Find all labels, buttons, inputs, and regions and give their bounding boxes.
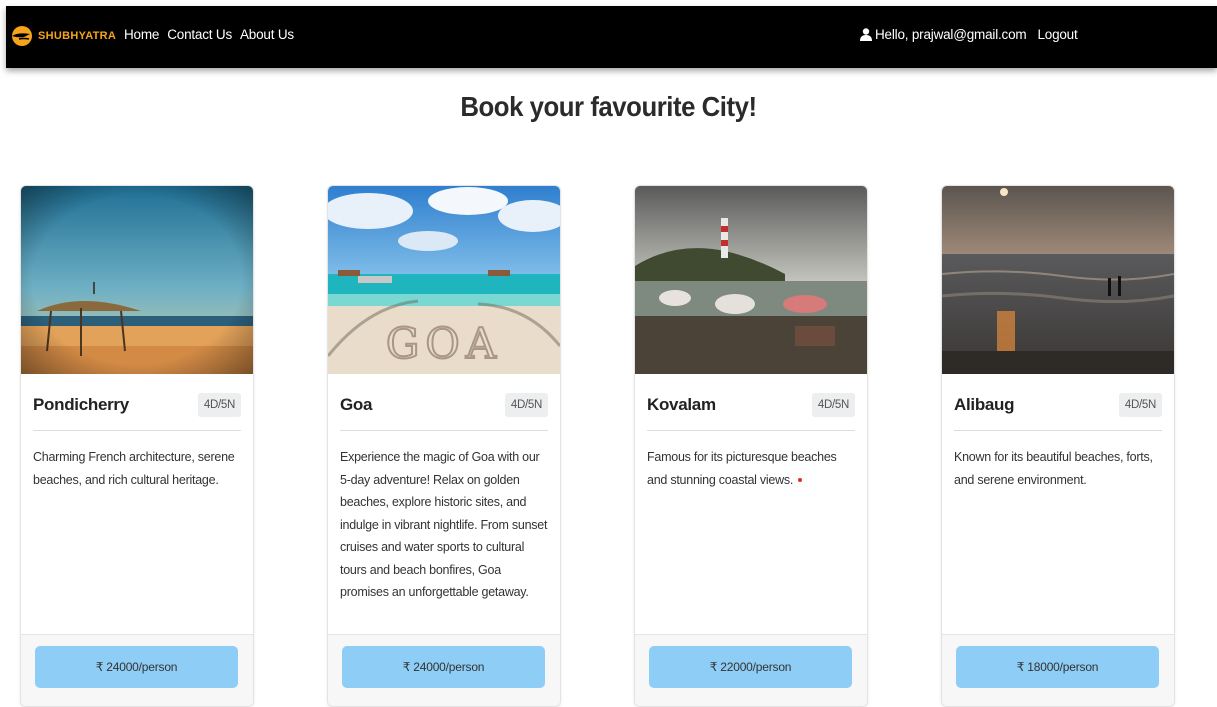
card-header: Alibaug 4D/5N <box>954 393 1162 423</box>
nav-about-link[interactable]: About Us <box>240 27 294 42</box>
card-footer: ₹ 18000/person <box>942 634 1174 706</box>
navbar: SHUBHYATRA Home Contact Us About Us Hell… <box>6 6 1217 68</box>
duration-badge: 4D/5N <box>197 393 241 417</box>
card-footer: ₹ 24000/person <box>328 634 560 706</box>
card-image <box>21 186 253 374</box>
card-description-text: Famous for its picturesque beaches and s… <box>647 450 837 487</box>
nav-home-link[interactable]: Home <box>124 27 159 42</box>
card-header: Pondicherry 4D/5N <box>33 393 241 423</box>
card-header: Goa 4D/5N <box>340 393 548 423</box>
card-image <box>635 186 867 374</box>
card-image <box>942 186 1174 374</box>
nav-links: Home Contact Us About Us <box>124 27 302 42</box>
card-title: Pondicherry <box>33 395 129 414</box>
duration-badge: 4D/5N <box>811 393 855 417</box>
book-price-button[interactable]: ₹ 24000/person <box>342 646 545 688</box>
card-footer: ₹ 22000/person <box>635 634 867 706</box>
divider <box>340 430 548 431</box>
brand[interactable]: SHUBHYATRA <box>10 25 116 47</box>
duration-badge: 4D/5N <box>504 393 548 417</box>
divider <box>33 430 241 431</box>
goa-sand-writing: GOA <box>386 319 502 368</box>
card-description: Experience the magic of Goa with our 5-d… <box>340 450 548 599</box>
red-dot-icon <box>798 478 803 483</box>
book-price-button[interactable]: ₹ 24000/person <box>35 646 238 688</box>
brand-name: SHUBHYATRA <box>38 30 117 42</box>
city-card-alibaug[interactable]: Alibaug 4D/5N Known for its beautiful be… <box>941 185 1175 707</box>
card-title: Goa <box>340 395 373 414</box>
card-image: GOA <box>328 186 560 374</box>
city-card-pondicherry[interactable]: Pondicherry 4D/5N Charming French archit… <box>20 185 254 707</box>
city-card-goa[interactable]: GOA Goa 4D/5N Experience the magic of Go… <box>327 185 561 707</box>
brand-logo-icon <box>12 26 32 46</box>
card-header: Kovalam 4D/5N <box>647 393 855 423</box>
user-icon <box>860 28 872 41</box>
page-title: Book your favourite City! <box>460 91 757 122</box>
duration-badge: 4D/5N <box>1118 393 1162 417</box>
divider <box>954 430 1162 431</box>
user-area: Hello, prajwal@gmail.com Logout <box>860 27 1078 42</box>
book-price-button[interactable]: ₹ 22000/person <box>649 646 852 688</box>
card-description: Known for its beautiful beaches, forts, … <box>954 450 1153 487</box>
card-description: Charming French architecture, serene bea… <box>33 450 235 487</box>
card-title: Alibaug <box>954 395 1015 414</box>
card-footer: ₹ 24000/person <box>21 634 253 706</box>
card-title: Kovalam <box>647 395 716 414</box>
divider <box>647 430 855 431</box>
nav-contact-link[interactable]: Contact Us <box>167 27 232 42</box>
user-greeting: Hello, prajwal@gmail.com <box>875 27 1027 42</box>
city-card-kovalam[interactable]: Kovalam 4D/5N Famous for its picturesque… <box>634 185 868 707</box>
logout-link[interactable]: Logout <box>1037 27 1077 42</box>
book-price-button[interactable]: ₹ 18000/person <box>956 646 1159 688</box>
card-description: Famous for its picturesque beaches and s… <box>647 446 857 491</box>
